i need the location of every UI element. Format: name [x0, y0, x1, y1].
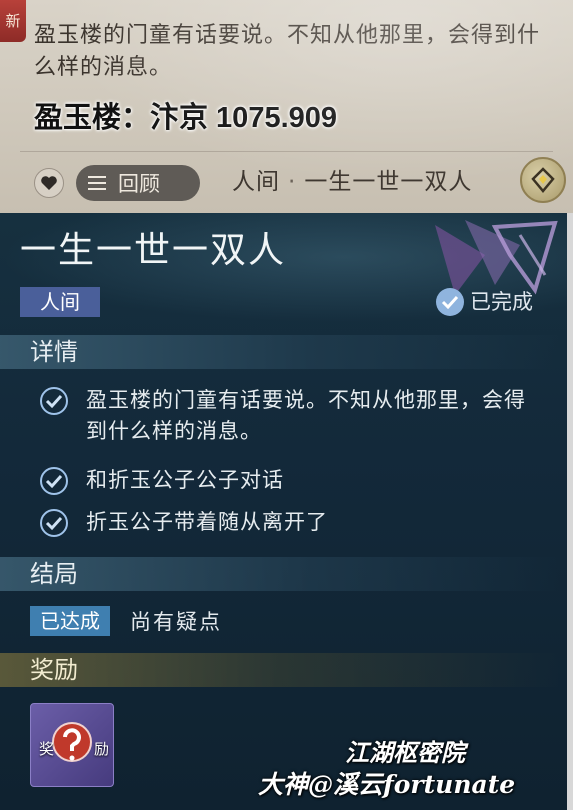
- heart-button[interactable]: [34, 168, 64, 198]
- ending-achieved-badge: 已达成: [30, 606, 110, 636]
- rewards-header: 奖励: [0, 653, 560, 687]
- reward-label-right: 励: [93, 740, 109, 758]
- review-label: 回顾: [118, 172, 160, 196]
- completed-status: 已完成: [436, 287, 533, 317]
- locate-icon: [531, 167, 555, 193]
- quest-detail-panel: 一生一世一双人 人间 已完成 详情 盈玉楼的门童有话要说。不知从他那里，会得到什…: [0, 213, 573, 810]
- quest-path-category: 人间: [232, 169, 280, 195]
- check-icon: [38, 385, 70, 417]
- detail-item: 和折玉公子公子对话: [38, 465, 538, 497]
- quest-path-name: 一生一世一双人: [304, 169, 473, 195]
- check-icon: [38, 507, 70, 539]
- detail-item-text: 和折玉公子公子对话: [86, 468, 284, 492]
- quest-path-separator: ·: [288, 169, 297, 195]
- locate-button[interactable]: [520, 157, 566, 203]
- detail-item-text: 折玉公子带着随从离开了: [86, 510, 328, 534]
- review-button[interactable]: 回顾: [76, 165, 200, 201]
- ending-header: 结局: [0, 557, 560, 591]
- divider: [20, 151, 553, 152]
- new-badge: 新: [0, 0, 26, 42]
- quest-notification-panel: 新 盈玉楼的门童有话要说。不知从他那里，会得到什么样的消息。 盈玉楼：汴京 10…: [0, 0, 573, 213]
- detail-item: 盈玉楼的门童有话要说。不知从他那里，会得到什么样的消息。: [38, 385, 538, 447]
- watermark-line-1: 江湖枢密院: [345, 738, 465, 767]
- menu-icon: [88, 176, 106, 190]
- watermark-line-2: 大神@溪云fortunate: [258, 770, 516, 799]
- ending-text: 尚有疑点: [130, 610, 222, 634]
- status-label: 已完成: [470, 290, 533, 314]
- quest-category-tag: 人间: [20, 287, 100, 317]
- detail-item: 折玉公子带着随从离开了: [38, 507, 538, 539]
- quest-title: 一生一世一双人: [20, 230, 287, 271]
- panel-edge: [567, 213, 573, 810]
- check-icon: [38, 465, 70, 497]
- reward-label: 奖 励: [39, 738, 109, 759]
- check-circle-icon: [436, 288, 464, 316]
- heart-icon: [41, 176, 57, 190]
- ending-row: 已达成 尚有疑点: [30, 606, 222, 636]
- notification-description: 盈玉楼的门童有话要说。不知从他那里，会得到什么样的消息。: [34, 23, 541, 80]
- reward-label-left: 奖: [39, 740, 55, 758]
- reward-item[interactable]: 奖 励: [30, 703, 114, 787]
- details-header: 详情: [0, 335, 560, 369]
- detail-item-text: 盈玉楼的门童有话要说。不知从他那里，会得到什么样的消息。: [86, 388, 526, 443]
- quest-path: 人间 · 一生一世一双人: [232, 164, 472, 200]
- location-overlay-text: 盈玉楼：汴京 1075.909: [34, 102, 338, 134]
